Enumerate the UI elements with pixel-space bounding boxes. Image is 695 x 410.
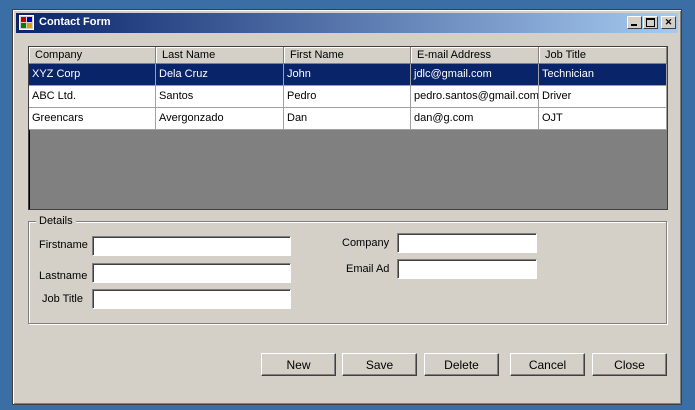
column-header-first-name[interactable]: First Name	[284, 47, 411, 64]
cell-job-title[interactable]: Technician	[539, 64, 667, 86]
maximize-icon[interactable]	[643, 16, 658, 29]
column-header-job-title[interactable]: Job Title	[539, 47, 667, 64]
cell-job-title[interactable]: Driver	[539, 86, 667, 108]
firstname-input[interactable]	[92, 236, 291, 256]
company-label: Company	[342, 237, 390, 249]
cell-first-name[interactable]: Dan	[284, 108, 411, 130]
cell-first-name[interactable]: John	[284, 64, 411, 86]
details-legend: Details	[36, 215, 76, 227]
cell-last-name[interactable]: Avergonzado	[156, 108, 284, 130]
close-icon[interactable]: ✕	[661, 16, 676, 29]
delete-button[interactable]: Delete	[424, 353, 499, 376]
cell-last-name[interactable]: Dela Cruz	[156, 64, 284, 86]
minimize-icon[interactable]	[627, 16, 642, 29]
cell-last-name[interactable]: Santos	[156, 86, 284, 108]
cell-email[interactable]: dan@g.com	[411, 108, 539, 130]
jobtitle-input[interactable]	[92, 289, 291, 309]
title-bar[interactable]: Contact Form ✕	[16, 13, 678, 33]
column-header-email[interactable]: E-mail Address	[411, 47, 539, 64]
table-row[interactable]: ABC Ltd. Santos Pedro pedro.santos@gmail.co…	[29, 86, 667, 108]
new-button[interactable]: New	[261, 353, 336, 376]
cell-company[interactable]: ABC Ltd.	[29, 86, 156, 108]
cell-company[interactable]: XYZ Corp	[29, 64, 156, 86]
table-row[interactable]: XYZ Corp Dela Cruz John jdlc@gmail.com Techn…	[29, 64, 667, 86]
cell-company[interactable]: Greencars	[29, 108, 156, 130]
firstname-label: Firstname	[39, 239, 88, 251]
save-button[interactable]: Save	[342, 353, 417, 376]
email-input[interactable]	[397, 259, 537, 279]
table-row[interactable]: Greencars Avergonzado Dan dan@g.com OJT	[29, 108, 667, 130]
cell-job-title[interactable]: OJT	[539, 108, 667, 130]
contact-form-window: Contact Form ✕ Company Last Name First N…	[12, 9, 682, 405]
contacts-grid[interactable]: Company Last Name First Name E-mail Addr…	[28, 46, 668, 210]
app-icon[interactable]	[19, 15, 34, 30]
grid-header: Company Last Name First Name E-mail Addr…	[29, 47, 667, 64]
column-header-company[interactable]: Company	[29, 47, 156, 64]
cell-first-name[interactable]: Pedro	[284, 86, 411, 108]
jobtitle-label: Job Title	[42, 293, 83, 305]
email-label: Email Ad	[346, 263, 390, 275]
cancel-button[interactable]: Cancel	[510, 353, 585, 376]
lastname-input[interactable]	[92, 263, 291, 283]
cell-email[interactable]: jdlc@gmail.com	[411, 64, 539, 86]
column-header-last-name[interactable]: Last Name	[156, 47, 284, 64]
company-input[interactable]	[397, 233, 537, 253]
details-groupbox: Details Firstname Lastname Job Title Com…	[28, 215, 667, 324]
close-button[interactable]: Close	[592, 353, 667, 376]
lastname-label: Lastname	[39, 270, 88, 282]
grid-body: XYZ Corp Dela Cruz John jdlc@gmail.com Techn…	[29, 64, 667, 130]
cell-email[interactable]: pedro.santos@gmail.com	[411, 86, 539, 108]
window-title: Contact Form	[39, 16, 111, 28]
